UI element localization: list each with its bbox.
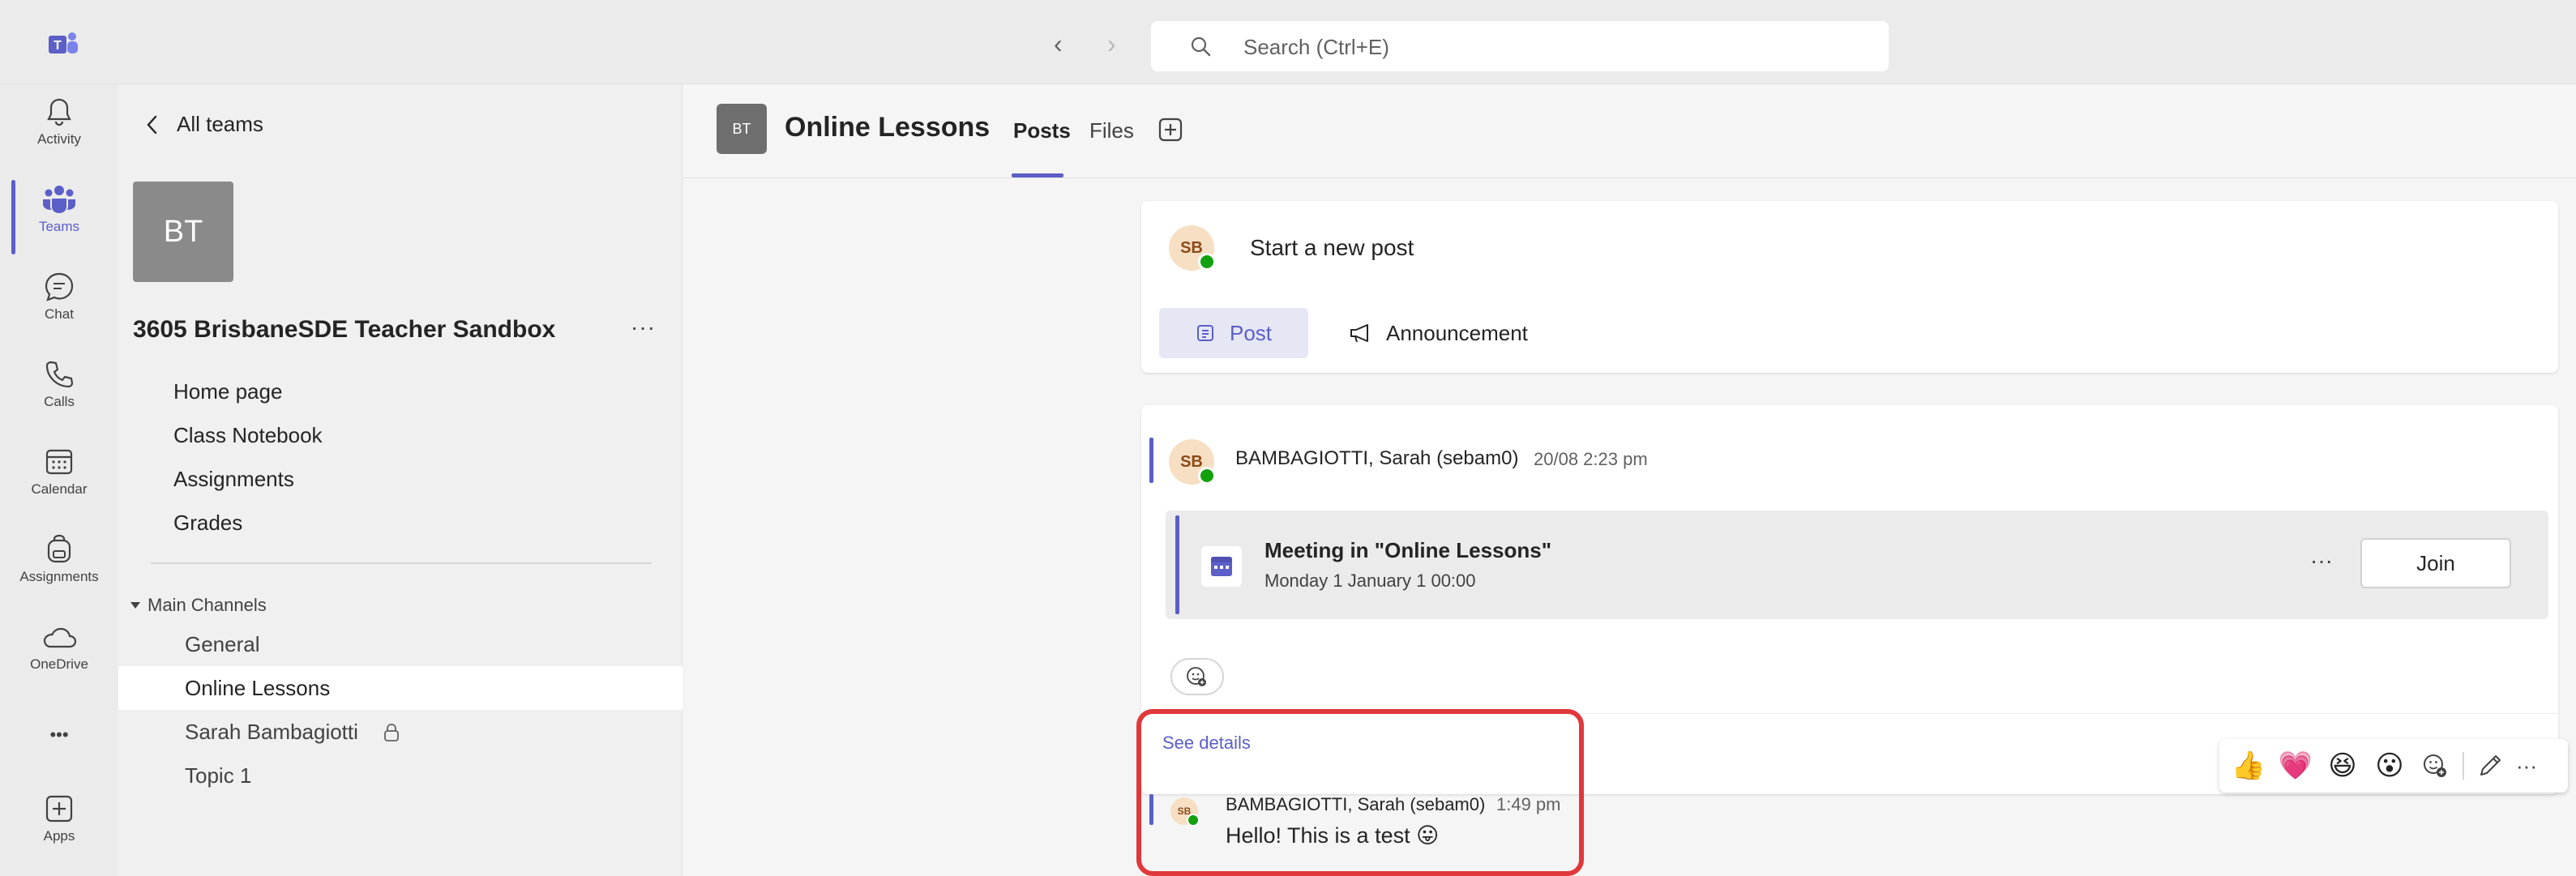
rail-label-onedrive: OneDrive (30, 656, 88, 672)
private-channel-lock-icon (384, 724, 399, 741)
highlight-box (1136, 709, 1584, 876)
rail-calls[interactable]: Calls (0, 358, 118, 410)
more-apps-icon[interactable]: ••• (0, 724, 118, 746)
all-teams-link[interactable]: All teams (146, 112, 263, 137)
chevron-left-icon (147, 115, 157, 134)
announcement-button-label: Announcement (1386, 320, 1528, 345)
rail-label-calendar: Calendar (31, 481, 88, 497)
channel-label: General (185, 632, 260, 656)
rail-apps[interactable]: Apps (0, 793, 118, 844)
search-placeholder: Search (Ctrl+E) (1243, 35, 1389, 59)
thread-accent-bar (1149, 438, 1153, 483)
meeting-card[interactable]: Meeting in "Online Lessons" Monday 1 Jan… (1166, 511, 2548, 619)
rail-activity[interactable]: Activity (0, 96, 118, 147)
back-arrow-icon[interactable]: ‹ (1054, 29, 1063, 58)
rail-label-assignments: Assignments (19, 569, 99, 584)
channel-label: Online Lessons (185, 676, 331, 700)
rail-label-activity: Activity (37, 131, 81, 147)
sidebar-divider (151, 562, 652, 564)
surprised-reaction-icon[interactable]: 😮 (2372, 748, 2407, 784)
channel-topic-1[interactable]: Topic 1 (118, 754, 683, 797)
search-icon (1191, 36, 1211, 57)
rail-assignments[interactable]: Assignments (0, 533, 118, 585)
sidebar-link-grades[interactable]: Grades (173, 511, 242, 536)
team-name: 3605 BrisbaneSDE Teacher Sandbox (133, 316, 556, 343)
meeting-title: Meeting in "Online Lessons" (1264, 538, 1552, 562)
edit-pencil-icon[interactable] (2475, 751, 2505, 780)
channels-heading[interactable]: Main Channels (130, 595, 267, 616)
sidebar-link-assignments[interactable]: Assignments (173, 467, 294, 492)
channels-heading-label: Main Channels (148, 595, 267, 615)
rail-label-chat: Chat (45, 306, 74, 322)
join-button[interactable]: Join (2360, 538, 2511, 588)
post-icon (1196, 325, 1213, 341)
tab-files[interactable]: Files (1089, 118, 1134, 143)
add-tab-icon[interactable] (1157, 117, 1183, 143)
message-reaction-toolbar: 👍 💗 😆 😮 ··· (2219, 739, 2568, 793)
megaphone-icon (1350, 324, 1368, 343)
channel-general[interactable]: General (118, 622, 683, 666)
rail-calendar[interactable]: Calendar (0, 446, 118, 498)
toolbar-separator (2463, 752, 2464, 780)
meeting-calendar-icon (1201, 546, 1242, 587)
presence-available-icon (1198, 253, 1216, 271)
app-rail: Activity Teams Chat Calls Calendar Assig… (0, 84, 118, 876)
team-sidebar: All teams BT 3605 BrisbaneSDE Teacher Sa… (118, 84, 683, 876)
teams-logo-icon[interactable]: T (47, 29, 79, 58)
tab-posts[interactable]: Posts (1013, 118, 1071, 143)
team-avatar: BT (133, 182, 233, 282)
chat-icon (45, 272, 74, 301)
meeting-accent-bar (1175, 515, 1179, 614)
post-button[interactable]: Post (1159, 308, 1308, 358)
bell-icon (47, 98, 71, 126)
channel-online-lessons[interactable]: Online Lessons (118, 666, 683, 710)
message-more-options-icon[interactable]: ··· (2516, 754, 2537, 779)
cloud-icon (43, 627, 77, 648)
post-author: BAMBAGIOTTI, Sarah (sebam0) (1235, 447, 1519, 469)
channel-label: Sarah Bambagiotti (185, 720, 358, 744)
svg-text:T: T (53, 39, 62, 53)
rail-onedrive[interactable]: OneDrive (0, 624, 118, 673)
channel-title: Online Lessons (785, 112, 991, 143)
search-input[interactable]: Search (Ctrl+E) (1151, 21, 1889, 71)
teams-app: T ‹ › Search (Ctrl+E) Activity Teams Cha… (0, 0, 2576, 876)
calendar-icon (45, 449, 73, 475)
announcement-button[interactable]: Announcement (1349, 308, 1528, 358)
caret-down-icon (131, 602, 140, 609)
add-reaction-icon (1187, 667, 1206, 686)
top-bar: T ‹ › Search (Ctrl+E) (0, 0, 2576, 84)
sidebar-link-class-notebook[interactable]: Class Notebook (173, 423, 323, 448)
rail-teams[interactable]: Teams (0, 183, 118, 235)
presence-available-icon (1198, 467, 1216, 485)
start-new-post-button[interactable]: Start a new post (1250, 235, 1414, 261)
rail-label-apps: Apps (43, 828, 75, 844)
channel-label: Topic 1 (185, 763, 252, 788)
meeting-more-options-icon[interactable]: ··· (2310, 548, 2333, 574)
add-reaction-button[interactable] (1170, 658, 1224, 695)
channel-sarah-bambagiotti[interactable]: Sarah Bambagiotti (118, 710, 683, 754)
new-post-card: SB Start a new post Post Announcement (1141, 201, 2558, 373)
all-teams-label: All teams (177, 112, 263, 136)
add-apps-icon (45, 795, 73, 823)
channel-header: BT Online Lessons Posts Files (683, 84, 2576, 178)
phone-icon (45, 361, 74, 388)
more-reactions-icon[interactable] (2419, 750, 2451, 782)
like-reaction-icon[interactable]: 👍 (2231, 748, 2266, 784)
post-button-label: Post (1229, 320, 1273, 345)
meeting-time: Monday 1 January 1 00:00 (1264, 570, 1476, 591)
sidebar-link-home-page[interactable]: Home page (173, 379, 282, 404)
channel-avatar: BT (717, 104, 767, 154)
tab-posts-active-indicator (1012, 173, 1063, 177)
rail-label-calls: Calls (44, 394, 75, 409)
backpack-icon (47, 534, 71, 563)
post-timestamp: 20/08 2:23 pm (1534, 449, 1648, 469)
team-more-options-icon[interactable]: ··· (631, 314, 656, 340)
laugh-reaction-icon[interactable]: 😆 (2325, 748, 2360, 784)
rail-chat[interactable]: Chat (0, 271, 118, 323)
rail-label-teams: Teams (38, 219, 80, 234)
teams-icon (43, 186, 75, 213)
forward-arrow-icon[interactable]: › (1107, 29, 1116, 58)
heart-reaction-icon[interactable]: 💗 (2278, 748, 2313, 784)
